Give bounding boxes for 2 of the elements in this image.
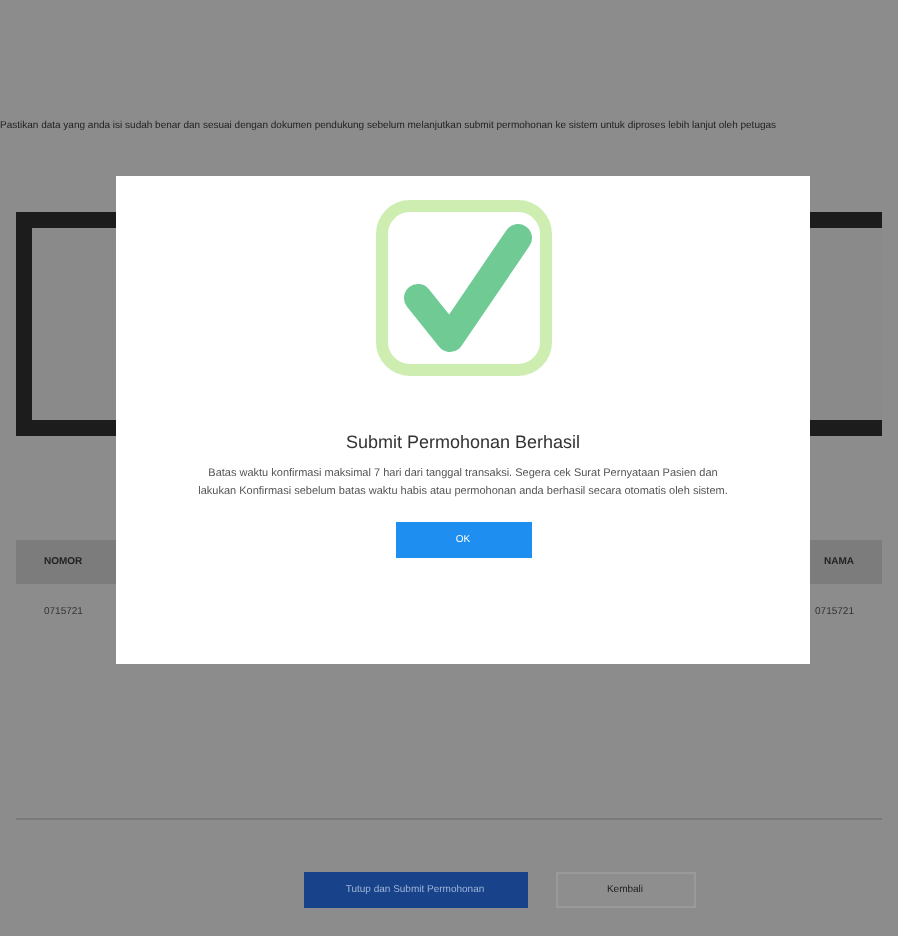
checkmark-icon	[373, 198, 553, 378]
dialog-title: Submit Permohonan Berhasil	[345, 432, 581, 452]
